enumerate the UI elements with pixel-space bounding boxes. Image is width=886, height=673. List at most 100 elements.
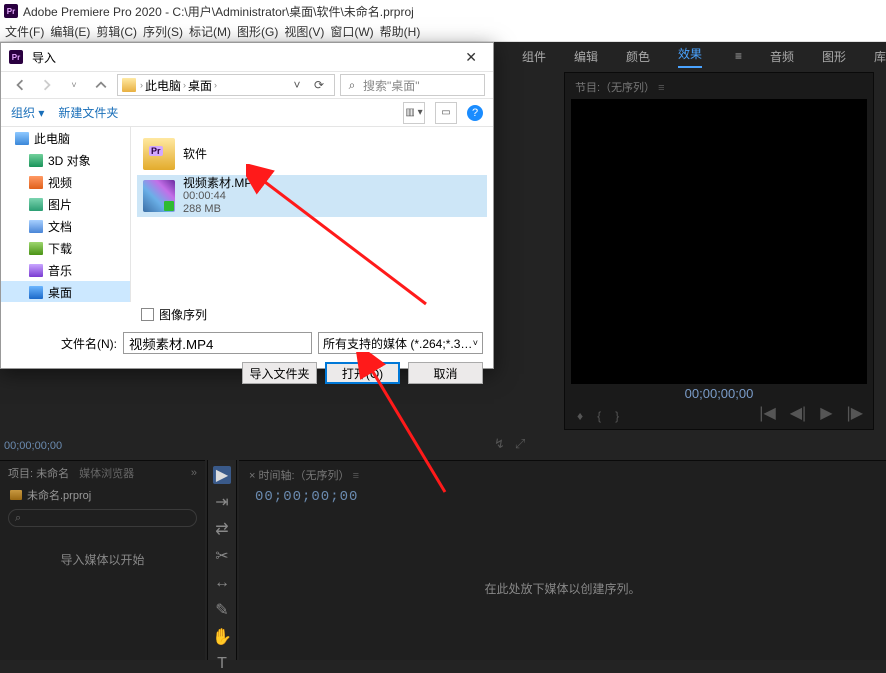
breadcrumb-desktop[interactable]: 桌面 bbox=[188, 77, 212, 94]
dialog-title: 导入 bbox=[32, 49, 56, 66]
ws-tab-color[interactable]: 颜色 bbox=[626, 48, 650, 65]
filetype-value: 所有支持的媒体 (*.264;*.3G2;*. bbox=[323, 335, 473, 352]
hand-tool-icon[interactable]: ✋ bbox=[213, 628, 231, 646]
step-back-icon[interactable]: ◀| bbox=[790, 403, 806, 423]
sidebar-pictures[interactable]: 图片 bbox=[1, 193, 130, 215]
go-to-in-icon[interactable]: |◀ bbox=[759, 403, 775, 423]
chevron-right-icon[interactable]: › bbox=[183, 80, 186, 90]
source-timecode: 00;00;00;00 bbox=[4, 440, 62, 452]
view-options-icon[interactable]: ▥ ▾ bbox=[403, 102, 425, 124]
sidebar-this-pc[interactable]: 此电脑 bbox=[1, 127, 130, 149]
timeline-title[interactable]: × 时间轴:（无序列） bbox=[239, 461, 886, 489]
marker-icon[interactable]: ♦ bbox=[577, 409, 583, 423]
play-icon[interactable]: ▶ bbox=[820, 403, 832, 423]
nav-recent-icon[interactable]: ˅ bbox=[63, 74, 85, 96]
breadcrumb-pc[interactable]: 此电脑 bbox=[145, 77, 181, 94]
chevron-right-icon[interactable]: › bbox=[140, 80, 143, 90]
sidebar-music[interactable]: 音乐 bbox=[1, 259, 130, 281]
selection-tool-icon[interactable]: ▶ bbox=[213, 466, 231, 484]
project-tab-media-browser[interactable]: 媒体浏览器 bbox=[79, 465, 134, 481]
address-bar[interactable]: › 此电脑 › 桌面 › ˅ ⟳ bbox=[117, 74, 335, 96]
cancel-button[interactable]: 取消 bbox=[408, 362, 483, 384]
premiere-logo-icon: Pr bbox=[4, 4, 18, 18]
preview-pane-icon[interactable]: ▭ bbox=[435, 102, 457, 124]
project-tabs: 项目: 未命名 媒体浏览器 » bbox=[0, 461, 205, 485]
sidebar-desktop[interactable]: 桌面 bbox=[1, 281, 130, 302]
sidebar-documents[interactable]: 文档 bbox=[1, 215, 130, 237]
timeline-panel: × 时间轴:（无序列） 00;00;00;00 在此处放下媒体以创建序列。 bbox=[239, 460, 886, 660]
ws-tab-more-icon[interactable]: ≡ bbox=[735, 49, 742, 63]
filename-input[interactable] bbox=[123, 332, 312, 354]
open-button[interactable]: 打开(O) bbox=[325, 362, 400, 384]
dialog-toolbar: 组织 ▾ 新建文件夹 ▥ ▾ ▭ ? bbox=[1, 99, 493, 127]
search-box[interactable]: ⌕ 搜索"桌面" bbox=[340, 74, 485, 96]
out-point-icon[interactable]: } bbox=[615, 409, 619, 423]
close-icon[interactable]: ✕ bbox=[457, 49, 485, 66]
menu-edit[interactable]: 编辑(E) bbox=[50, 23, 90, 40]
ws-tab-graphics[interactable]: 图形 bbox=[822, 48, 846, 65]
new-folder-button[interactable]: 新建文件夹 bbox=[58, 104, 118, 121]
ws-tab-audio[interactable]: 音频 bbox=[770, 48, 794, 65]
project-name-row: 未命名.prproj bbox=[0, 485, 205, 505]
file-item-folder[interactable]: 软件 bbox=[137, 133, 487, 175]
project-filename: 未命名.prproj bbox=[27, 487, 91, 503]
menu-sequence[interactable]: 序列(S) bbox=[143, 23, 183, 40]
import-folder-button[interactable]: 导入文件夹 bbox=[242, 362, 317, 384]
ws-tab-effects[interactable]: 效果 bbox=[678, 45, 702, 68]
file-item-video[interactable]: 视频素材.MP4 00:00:44 288 MB bbox=[137, 175, 487, 217]
razor-tool-icon[interactable]: ✂ bbox=[213, 547, 231, 565]
dialog-footer: 文件名(N): 所有支持的媒体 (*.264;*.3G2;*. ˅ 导入文件夹 … bbox=[1, 326, 493, 390]
export-frame-icon[interactable]: ⤢ bbox=[515, 436, 525, 452]
project-tabs-more-icon[interactable]: » bbox=[191, 467, 197, 479]
project-tab-project[interactable]: 项目: 未命名 bbox=[8, 465, 69, 481]
ripple-edit-tool-icon[interactable]: ⇄ bbox=[213, 520, 231, 538]
menu-view[interactable]: 视图(V) bbox=[284, 23, 324, 40]
menu-window[interactable]: 窗口(W) bbox=[330, 23, 373, 40]
menu-file[interactable]: 文件(F) bbox=[5, 23, 44, 40]
dialog-app-icon: Pr bbox=[9, 50, 23, 64]
video-icon bbox=[29, 176, 43, 189]
help-icon[interactable]: ? bbox=[467, 105, 483, 121]
sidebar-downloads[interactable]: 下载 bbox=[1, 237, 130, 259]
search-placeholder: 搜索"桌面" bbox=[363, 77, 420, 94]
filename-label: 文件名(N): bbox=[61, 335, 117, 352]
nav-up-icon[interactable] bbox=[90, 74, 112, 96]
menu-graphics[interactable]: 图形(G) bbox=[237, 23, 278, 40]
type-tool-icon[interactable]: T bbox=[213, 655, 231, 673]
filetype-select[interactable]: 所有支持的媒体 (*.264;*.3G2;*. ˅ bbox=[318, 332, 483, 354]
picture-icon bbox=[29, 198, 43, 211]
ws-tab-editing[interactable]: 编辑 bbox=[574, 48, 598, 65]
ws-tab-assembly[interactable]: 组件 bbox=[522, 48, 546, 65]
wrench-icon[interactable]: ↯ bbox=[494, 436, 505, 452]
dialog-titlebar[interactable]: Pr 导入 ✕ bbox=[1, 43, 493, 71]
menu-clip[interactable]: 剪辑(C) bbox=[96, 23, 137, 40]
addr-dropdown-icon[interactable]: ˅ bbox=[286, 78, 308, 92]
folder-icon bbox=[122, 78, 136, 92]
chevron-down-icon: ˅ bbox=[473, 338, 478, 348]
file-size: 288 MB bbox=[183, 203, 259, 216]
chevron-right-icon[interactable]: › bbox=[214, 80, 217, 90]
music-icon bbox=[29, 264, 43, 277]
program-left-controls: ♦ { } bbox=[577, 409, 619, 423]
file-duration: 00:00:44 bbox=[183, 190, 259, 203]
nav-forward-icon[interactable] bbox=[36, 74, 58, 96]
refresh-icon[interactable]: ⟳ bbox=[308, 78, 330, 92]
ws-tab-library[interactable]: 库 bbox=[874, 48, 886, 65]
slip-tool-icon[interactable]: ↔ bbox=[213, 574, 231, 592]
program-view bbox=[571, 99, 867, 384]
sidebar-3d-objects[interactable]: 3D 对象 bbox=[1, 149, 130, 171]
menu-help[interactable]: 帮助(H) bbox=[380, 23, 421, 40]
step-forward-icon[interactable]: |▶ bbox=[847, 403, 863, 423]
dialog-body: 此电脑 3D 对象 视频 图片 文档 下载 音乐 桌面 Win10 (C:) 软… bbox=[1, 127, 493, 302]
track-select-tool-icon[interactable]: ⇥ bbox=[213, 493, 231, 511]
image-sequence-checkbox[interactable] bbox=[141, 308, 154, 321]
app-title: Adobe Premiere Pro 2020 - C:\用户\Administ… bbox=[23, 3, 414, 20]
pen-tool-icon[interactable]: ✎ bbox=[213, 601, 231, 619]
organize-button[interactable]: 组织 ▾ bbox=[11, 104, 44, 121]
program-panel-title[interactable]: 节目:（无序列） bbox=[565, 73, 873, 101]
menu-markers[interactable]: 标记(M) bbox=[189, 23, 231, 40]
sidebar-videos[interactable]: 视频 bbox=[1, 171, 130, 193]
in-point-icon[interactable]: { bbox=[597, 409, 601, 423]
nav-back-icon[interactable] bbox=[9, 74, 31, 96]
project-search[interactable]: ⌕ bbox=[8, 509, 197, 527]
